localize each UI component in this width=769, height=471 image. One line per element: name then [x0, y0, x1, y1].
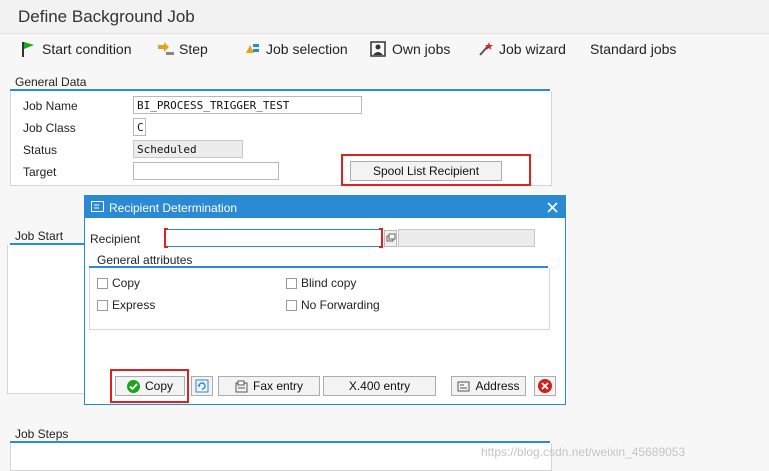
job-name-field[interactable]: BI_PROCESS_TRIGGER_TEST	[133, 96, 362, 114]
job-start-header: Job Start	[15, 229, 64, 243]
job-steps-header: Job Steps	[15, 427, 69, 441]
toolbar: Start condition Step Job selection Own j…	[0, 34, 769, 64]
address-button[interactable]: Address	[451, 376, 526, 396]
value-help-button[interactable]	[384, 230, 397, 247]
job-start-panel	[7, 245, 88, 394]
blind-copy-checkbox[interactable]	[286, 278, 297, 289]
express-checkbox[interactable]	[97, 300, 108, 311]
start-condition-label: Start condition	[42, 41, 132, 57]
copy-checkbox-label: Copy	[112, 276, 141, 290]
cancel-button[interactable]	[534, 376, 556, 396]
step-button[interactable]: Step	[157, 38, 208, 60]
refresh-button[interactable]	[191, 376, 213, 396]
title-bar: Define Background Job	[0, 0, 769, 34]
general-data-header: General Data	[15, 75, 87, 89]
recipient-dialog: Recipient Determination Recipient Genera…	[84, 195, 566, 405]
value-help-icon	[386, 233, 396, 242]
highlight-box-spool	[341, 154, 531, 186]
x400-entry-button[interactable]: X.400 entry	[323, 376, 436, 396]
fax-entry-label: Fax entry	[252, 379, 303, 393]
fax-entry-button[interactable]: Fax entry	[218, 376, 320, 396]
general-attributes-header: General attributes	[97, 253, 193, 267]
dialog-edit-icon	[91, 201, 104, 212]
copy-checkbox[interactable]	[97, 278, 108, 289]
target-label: Target	[23, 165, 57, 179]
start-condition-button[interactable]: Start condition	[20, 38, 132, 60]
no-forwarding-checkbox-label: No Forwarding	[301, 298, 380, 312]
recipient-focus-mark-left	[164, 228, 168, 248]
job-class-label: Job Class	[23, 121, 76, 135]
standard-jobs-button[interactable]: Standard jobs	[590, 38, 676, 60]
target-field[interactable]	[133, 162, 279, 180]
standard-jobs-label: Standard jobs	[590, 41, 677, 57]
dialog-title-bar: Recipient Determination	[85, 196, 565, 218]
address-icon	[457, 381, 470, 391]
recipient-label: Recipient	[90, 232, 141, 246]
job-steps-panel	[10, 443, 552, 471]
highlight-box-copy	[110, 369, 189, 403]
own-jobs-button[interactable]: Own jobs	[370, 38, 450, 60]
job-class-field[interactable]: C	[133, 118, 146, 136]
recipient-focus-mark-right	[379, 228, 383, 248]
express-checkbox-label: Express	[112, 298, 156, 312]
status-field: Scheduled	[133, 140, 243, 158]
job-selection-icon	[244, 41, 260, 57]
flag-icon	[20, 41, 36, 57]
fax-icon	[235, 380, 248, 392]
watermark: https://blog.csdn.net/weixin_45689053	[481, 445, 686, 459]
close-icon[interactable]	[547, 202, 558, 213]
job-name-label: Job Name	[23, 99, 78, 113]
recipient-description-field	[398, 229, 535, 247]
status-label: Status	[23, 143, 58, 157]
address-button-label: Address	[475, 379, 520, 393]
job-wizard-button[interactable]: Job wizard	[477, 38, 566, 60]
own-jobs-label: Own jobs	[392, 41, 451, 57]
step-label: Step	[179, 41, 208, 57]
user-jobs-icon	[370, 41, 386, 57]
no-forwarding-checkbox[interactable]	[286, 300, 297, 311]
dialog-title: Recipient Determination	[109, 201, 238, 215]
job-selection-label: Job selection	[266, 41, 348, 57]
x400-entry-label: X.400 entry	[348, 379, 411, 393]
magic-wand-icon	[477, 41, 493, 57]
recipient-field[interactable]	[165, 229, 382, 247]
blind-copy-checkbox-label: Blind copy	[301, 276, 357, 290]
window-title: Define Background Job	[18, 7, 195, 26]
step-icon	[157, 41, 174, 57]
job-wizard-label: Job wizard	[499, 41, 566, 57]
refresh-icon	[195, 379, 209, 393]
job-selection-button[interactable]: Job selection	[244, 38, 348, 60]
cancel-icon	[538, 379, 552, 393]
